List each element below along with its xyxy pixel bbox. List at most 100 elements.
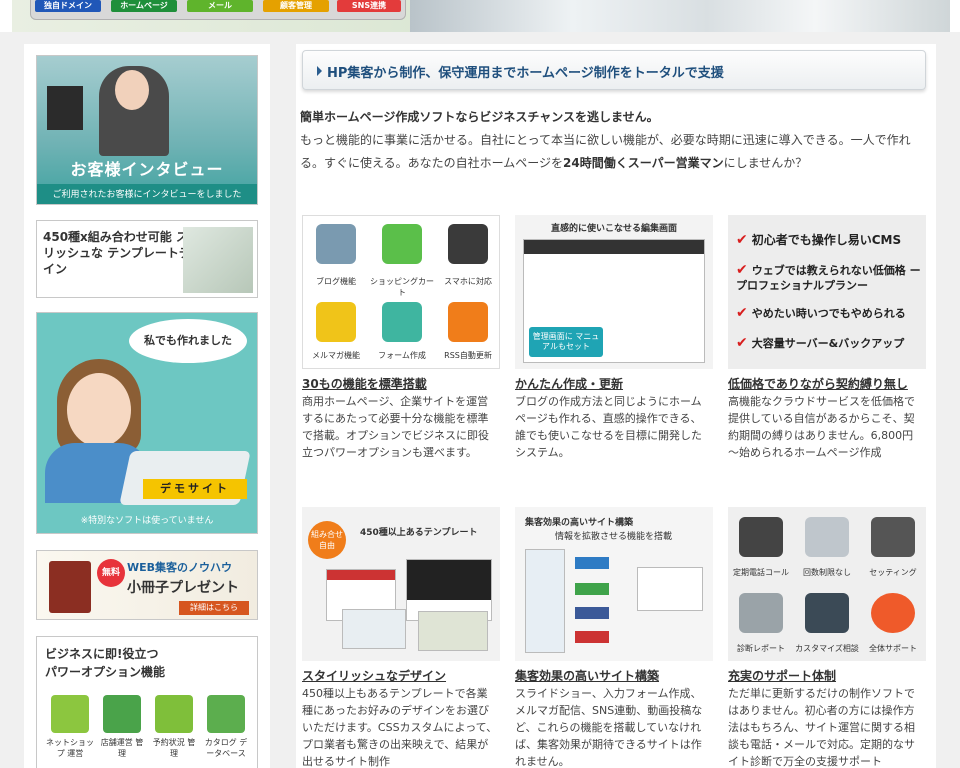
support-label-unlimited: 回数制限なし [803, 568, 851, 577]
feature-card-editor: 直感的に使いこなせる編集画面 管理画面に マニュアルもセット かんたん作成・更新… [515, 215, 713, 505]
editor-description: ブログの作成方法と同じようにホームページも作れる、直感的操作できる、誰でも使いこ… [515, 395, 702, 459]
nav-button-domain[interactable]: 独自ドメイン [35, 0, 101, 12]
monitor-icon [47, 86, 83, 130]
speech-bubble: 私でも作れました [129, 319, 247, 363]
sidebar: お客様インタビュー ご利用されたお客様にインタビューをしました 450種x組み合… [24, 44, 270, 768]
intro-body2: にしませんか？ [723, 156, 808, 170]
power-options-banner[interactable]: ビジネスに即!役立つ パワーオプション機能 ネットショップ 運営 店舗運営 管理… [36, 636, 258, 768]
design-title-link[interactable]: スタイリッシュなデザイン [302, 667, 446, 684]
editor-title-link[interactable]: かんたん作成・更新 [515, 375, 623, 392]
feature-card-design: 組み合せ 自由 450種以上あるテンプレート スタイリッシュなデザイン 450種… [302, 507, 500, 768]
nav-button-homepage[interactable]: ホームページ [111, 0, 177, 12]
template-preview-4 [418, 611, 488, 651]
headset-icon [739, 517, 783, 557]
demo-site-banner[interactable]: 私でも作れました デモサイト ※特別なソフトは使っていません [36, 312, 258, 534]
option-label-reservation: 予約状況 管理 [152, 738, 196, 758]
rss-icon [448, 302, 488, 342]
checkmark-icon: ✔ [736, 262, 748, 278]
check-item-2: ✔ ウェブでは教えられない低価格 ープロフェショナルプランー [736, 263, 922, 293]
editor-manual-badge: 管理画面に マニュアルもセット [529, 327, 603, 357]
feature-label-form: フォーム作成 [378, 351, 426, 360]
headline-text: HP集客から制作、保守運用までホームページ制作をトータルで支援 [327, 66, 724, 81]
cart-icon [382, 224, 422, 264]
interview-banner[interactable]: お客様インタビュー ご利用されたお客様にインタビューをしました [36, 55, 258, 205]
marketing-diagram-node-2 [575, 583, 609, 595]
lifebuoy-icon [871, 593, 915, 633]
woman-face-image [67, 373, 131, 447]
intro-text: 簡単ホームページ作成ソフトならビジネスチャンスを逃しません。 もっと機能的に事業… [300, 106, 930, 175]
marketing-title-link[interactable]: 集客効果の高いサイト構築 [515, 667, 659, 684]
template-screenshots-image [183, 227, 253, 293]
headline-bar: HP集客から制作、保守運用までホームページ制作をトータルで支援 [302, 50, 926, 90]
booklet-icon [49, 561, 91, 613]
editor-caption: 直感的に使いこなせる編集画面 [550, 224, 677, 234]
check-text-3: やめたい時いつでもやめられる [751, 307, 906, 320]
check-text-4: 大容量サーバー&バックアップ [751, 337, 905, 350]
demo-note: ※特別なソフトは使っていません [80, 516, 214, 526]
report-icon [739, 593, 783, 633]
marketing-diagram-node-1 [575, 557, 609, 569]
feature-card-support: 定期電話コール 回数制限なし セッティング 診断レポート カスタマイズ相談 全体… [728, 507, 926, 768]
option-label-catalog: カタログ データベース [204, 738, 248, 758]
tools-icon [871, 517, 915, 557]
marketing-diagram-main [525, 549, 565, 653]
feature-label-blog: ブログ機能 [316, 277, 356, 286]
checkmark-icon: ✔ [736, 335, 748, 351]
envelope-icon [805, 517, 849, 557]
price-description: 高機能なクラウドサービスを低価格で提供している自信があるからこそ、契約期間の縛り… [728, 395, 915, 459]
interview-face-image [115, 70, 149, 110]
interview-subtitle: ご利用されたお客様にインタビューをしました [37, 184, 257, 204]
design-image: 組み合せ 自由 450種以上あるテンプレート [302, 507, 500, 661]
check-item-1: ✔ 初心者でも操作し易いCMS [736, 231, 901, 248]
mail-magazine-icon [316, 302, 356, 342]
blog-icon [316, 224, 356, 264]
editor-image: 直感的に使いこなせる編集画面 管理画面に マニュアルもセット [515, 215, 713, 369]
netshop-icon [51, 695, 89, 733]
top-header-strip: 独自ドメイン ホームページ メール 顧客管理 SNS連携 [0, 0, 960, 32]
functions-title-link[interactable]: 30もの機能を標準搭載 [302, 375, 427, 392]
terminal-icon [805, 593, 849, 633]
check-item-3: ✔ やめたい時いつでもやめられる [736, 305, 906, 321]
marketing-subcaption: 情報を拡散させる機能を搭載 [555, 532, 673, 542]
feature-label-mailmag: メルマガ機能 [312, 351, 360, 360]
database-icon [207, 695, 245, 733]
check-text-2: ウェブでは教えられない低価格 ープロフェショナルプランー [736, 264, 921, 292]
smartphone-icon [448, 224, 488, 264]
header-photo [410, 0, 950, 32]
marketing-caption: 集客効果の高いサイト構築 [525, 518, 634, 528]
interview-title: お客様インタビュー [70, 160, 224, 179]
feature-label-rss: RSS自動更新 [444, 351, 492, 360]
price-image: ✔ 初心者でも操作し易いCMS ✔ ウェブでは教えられない低価格 ープロフェショナル… [728, 215, 926, 369]
power-options-title: ビジネスに即!役立つ パワーオプション機能 [45, 645, 165, 681]
nav-button-mail[interactable]: メール [187, 0, 253, 12]
service-button-bar: 独自ドメイン ホームページ メール 顧客管理 SNS連携 [30, 0, 406, 20]
nav-button-sns[interactable]: SNS連携 [337, 0, 401, 12]
support-label-call: 定期電話コール [733, 568, 789, 577]
support-label-custom: カスタマイズ相談 [795, 644, 859, 653]
functions-description: 商用ホームページ、企業サイトを運営するにあたって必要十分な機能を標準で搭載。オプ… [302, 395, 489, 459]
booklet-more-button[interactable]: 詳細はこちら [179, 601, 249, 615]
main-content: HP集客から制作、保守運用までホームページ制作をトータルで支援 簡単ホームページ… [296, 44, 936, 768]
check-text-1: 初心者でも操作し易いCMS [751, 233, 902, 247]
price-title-link[interactable]: 低価格でありながら契約縛り無し [728, 375, 908, 392]
booklet-banner[interactable]: 無料 WEB集客のノウハウ 小冊子プレゼント 詳細はこちら [36, 550, 258, 620]
feature-card-price: ✔ 初心者でも操作し易いCMS ✔ ウェブでは教えられない低価格 ープロフェショナル… [728, 215, 926, 505]
design-combination-badge: 組み合せ 自由 [308, 521, 346, 559]
intro-lead: 簡単ホームページ作成ソフトならビジネスチャンスを逃しません。 [300, 110, 659, 124]
support-title-link[interactable]: 充実のサポート体制 [728, 667, 836, 684]
nav-button-customer[interactable]: 顧客管理 [263, 0, 329, 12]
feature-card-marketing: 集客効果の高いサイト構築 情報を拡散させる機能を搭載 集客効果の高いサイト構築 … [515, 507, 713, 768]
design-caption: 450種以上あるテンプレート [360, 528, 478, 538]
free-badge: 無料 [97, 559, 125, 587]
demo-site-label: デモサイト [143, 479, 247, 499]
support-label-overall: 全体サポート [869, 644, 917, 653]
store-icon [103, 695, 141, 733]
option-label-netshop: ネットショップ 運営 [46, 738, 94, 758]
intro-emphasis: 24時間働くスーパー営業マン [563, 156, 724, 170]
power-options-title-line1: ビジネスに即!役立つ [45, 647, 159, 661]
triangle-right-icon [317, 66, 322, 76]
template-banner[interactable]: 450種x組み合わせ可能 スタイリッシュな テンプレートデザイン [36, 220, 258, 298]
form-icon [382, 302, 422, 342]
feature-card-functions: ブログ機能 ショッピングカート スマホに対応 メルマガ機能 フォーム作成 RSS… [302, 215, 500, 505]
power-options-title-line2: パワーオプション機能 [45, 665, 166, 679]
